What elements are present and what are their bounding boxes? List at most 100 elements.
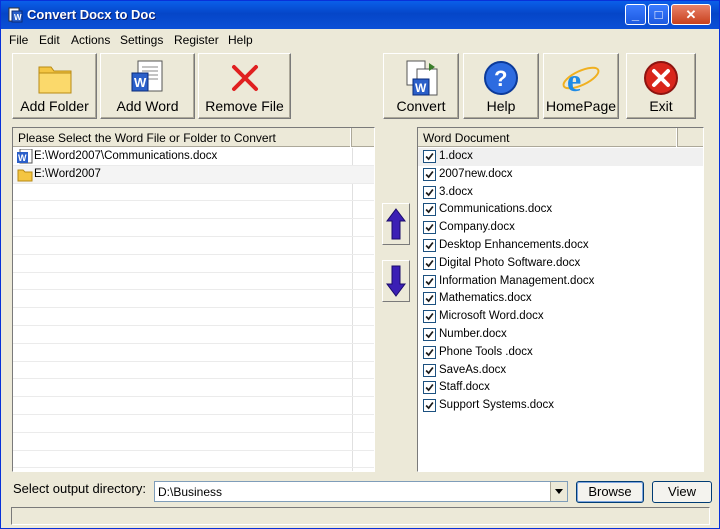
empty-row xyxy=(13,379,374,398)
empty-row xyxy=(13,397,374,415)
empty-row xyxy=(13,255,374,273)
checkbox-checked-icon[interactable] xyxy=(423,363,436,377)
output-directory-label: Select output directory: xyxy=(13,481,146,496)
document-name: Digital Photo Software.docx xyxy=(439,256,581,269)
move-down-button[interactable] xyxy=(382,260,410,302)
homepage-button[interactable]: e HomePage xyxy=(543,53,619,119)
svg-text:W: W xyxy=(415,81,427,95)
document-name: Mathematics.docx xyxy=(439,292,532,305)
remove-file-button[interactable]: Remove File xyxy=(198,53,291,119)
menu-help[interactable]: Help xyxy=(228,33,253,47)
menu-file[interactable]: File xyxy=(9,33,28,47)
title-bar: W Convert Docx to Doc _ □ ✕ xyxy=(1,1,719,29)
help-label: Help xyxy=(486,98,516,114)
exit-label: Exit xyxy=(649,98,673,114)
checkbox-checked-icon[interactable] xyxy=(423,345,436,359)
arrow-up-icon xyxy=(386,208,406,240)
list-item[interactable]: Digital Photo Software.docx xyxy=(418,255,703,273)
checkbox-checked-icon[interactable] xyxy=(423,256,436,270)
list-item[interactable]: W E:\Word2007\Communications.docx xyxy=(13,148,374,166)
source-rows: W E:\Word2007\Communications.docx E:\Wor… xyxy=(13,148,374,471)
homepage-label: HomePage xyxy=(545,98,617,114)
empty-row xyxy=(13,451,374,469)
dropdown-button[interactable] xyxy=(550,482,567,501)
menu-actions[interactable]: Actions xyxy=(71,33,110,47)
add-folder-button[interactable]: Add Folder xyxy=(12,53,97,119)
checkbox-checked-icon[interactable] xyxy=(423,327,436,341)
maximize-button[interactable]: □ xyxy=(648,4,669,25)
list-item[interactable]: Information Management.docx xyxy=(418,273,703,291)
menu-settings[interactable]: Settings xyxy=(120,33,163,47)
empty-row xyxy=(13,326,374,344)
list-item[interactable]: E:\Word2007 xyxy=(13,165,374,184)
empty-row xyxy=(13,290,374,309)
close-button[interactable]: ✕ xyxy=(671,4,711,25)
convert-icon: W xyxy=(406,60,438,96)
checkbox-checked-icon[interactable] xyxy=(423,381,436,395)
empty-row xyxy=(13,237,374,255)
document-name: Microsoft Word.docx xyxy=(439,310,544,323)
list-item[interactable]: Phone Tools .docx xyxy=(418,344,703,362)
document-name: Information Management.docx xyxy=(439,274,595,287)
checkbox-checked-icon[interactable] xyxy=(423,274,436,288)
word-document-list[interactable]: Word Document 1.docx 2007new.docx 3.docx Co… xyxy=(417,127,704,472)
document-name: SaveAs.docx xyxy=(439,363,507,376)
checkbox-checked-icon[interactable] xyxy=(423,167,436,181)
folder-icon xyxy=(38,66,71,94)
document-name: Support Systems.docx xyxy=(439,399,555,412)
view-button[interactable]: View xyxy=(652,481,712,503)
list-item[interactable]: Company.docx xyxy=(418,219,703,237)
remove-x-icon xyxy=(231,65,258,91)
empty-row xyxy=(13,184,374,202)
status-bar xyxy=(11,507,710,525)
list-item[interactable]: Communications.docx xyxy=(418,201,703,219)
browse-button[interactable]: Browse xyxy=(576,481,644,503)
list-item[interactable]: 3.docx xyxy=(418,184,703,202)
checkbox-checked-icon[interactable] xyxy=(423,150,436,163)
list-item[interactable]: Staff.docx xyxy=(418,379,703,397)
list-item[interactable]: Mathematics.docx xyxy=(418,290,703,308)
convert-label: Convert xyxy=(396,98,446,114)
list-item[interactable]: SaveAs.docx xyxy=(418,362,703,380)
move-up-button[interactable] xyxy=(382,203,410,245)
app-icon: W xyxy=(8,7,23,23)
empty-row xyxy=(13,219,374,237)
convert-button[interactable]: W Convert xyxy=(383,53,459,119)
empty-row xyxy=(13,308,374,326)
document-name: Company.docx xyxy=(439,221,515,234)
list-item[interactable]: 2007new.docx xyxy=(418,166,703,184)
source-list[interactable]: Please Select the Word File or Folder to… xyxy=(12,127,375,472)
minimize-button[interactable]: _ xyxy=(625,4,646,25)
output-directory-select[interactable]: D:\Business xyxy=(154,481,568,502)
list-item[interactable]: Microsoft Word.docx xyxy=(418,308,703,326)
empty-row xyxy=(13,201,374,220)
word-file-icon: W xyxy=(17,149,33,164)
document-name: Communications.docx xyxy=(439,203,553,216)
internet-explorer-icon: e xyxy=(562,62,600,97)
checkbox-checked-icon[interactable] xyxy=(423,185,436,199)
list-item[interactable]: Desktop Enhancements.docx xyxy=(418,237,703,255)
remove-file-label: Remove File xyxy=(205,98,284,114)
list-item[interactable]: 1.docx xyxy=(418,148,703,166)
list-item[interactable]: Support Systems.docx xyxy=(418,397,703,415)
help-button[interactable]: ? Help xyxy=(463,53,539,119)
checkbox-checked-icon[interactable] xyxy=(423,221,436,235)
checkbox-checked-icon[interactable] xyxy=(423,399,436,413)
checkbox-checked-icon[interactable] xyxy=(423,203,436,217)
add-word-label: Add Word xyxy=(116,98,179,114)
document-name: Number.docx xyxy=(439,327,507,340)
checkbox-checked-icon[interactable] xyxy=(423,292,436,306)
list-item[interactable]: Number.docx xyxy=(418,326,703,344)
exit-button[interactable]: Exit xyxy=(626,53,696,119)
help-icon: ? xyxy=(484,61,518,95)
empty-row xyxy=(13,433,374,451)
menu-edit[interactable]: Edit xyxy=(39,33,60,47)
word-document-column-header[interactable]: Word Document xyxy=(418,128,678,147)
word-document-icon: W xyxy=(131,60,162,92)
checkbox-checked-icon[interactable] xyxy=(423,310,436,324)
source-column-header[interactable]: Please Select the Word File or Folder to… xyxy=(13,128,352,147)
menu-register[interactable]: Register xyxy=(174,33,219,47)
file-path: E:\Word2007\Communications.docx xyxy=(34,150,218,162)
add-word-button[interactable]: W Add Word xyxy=(100,53,195,119)
checkbox-checked-icon[interactable] xyxy=(423,238,436,252)
